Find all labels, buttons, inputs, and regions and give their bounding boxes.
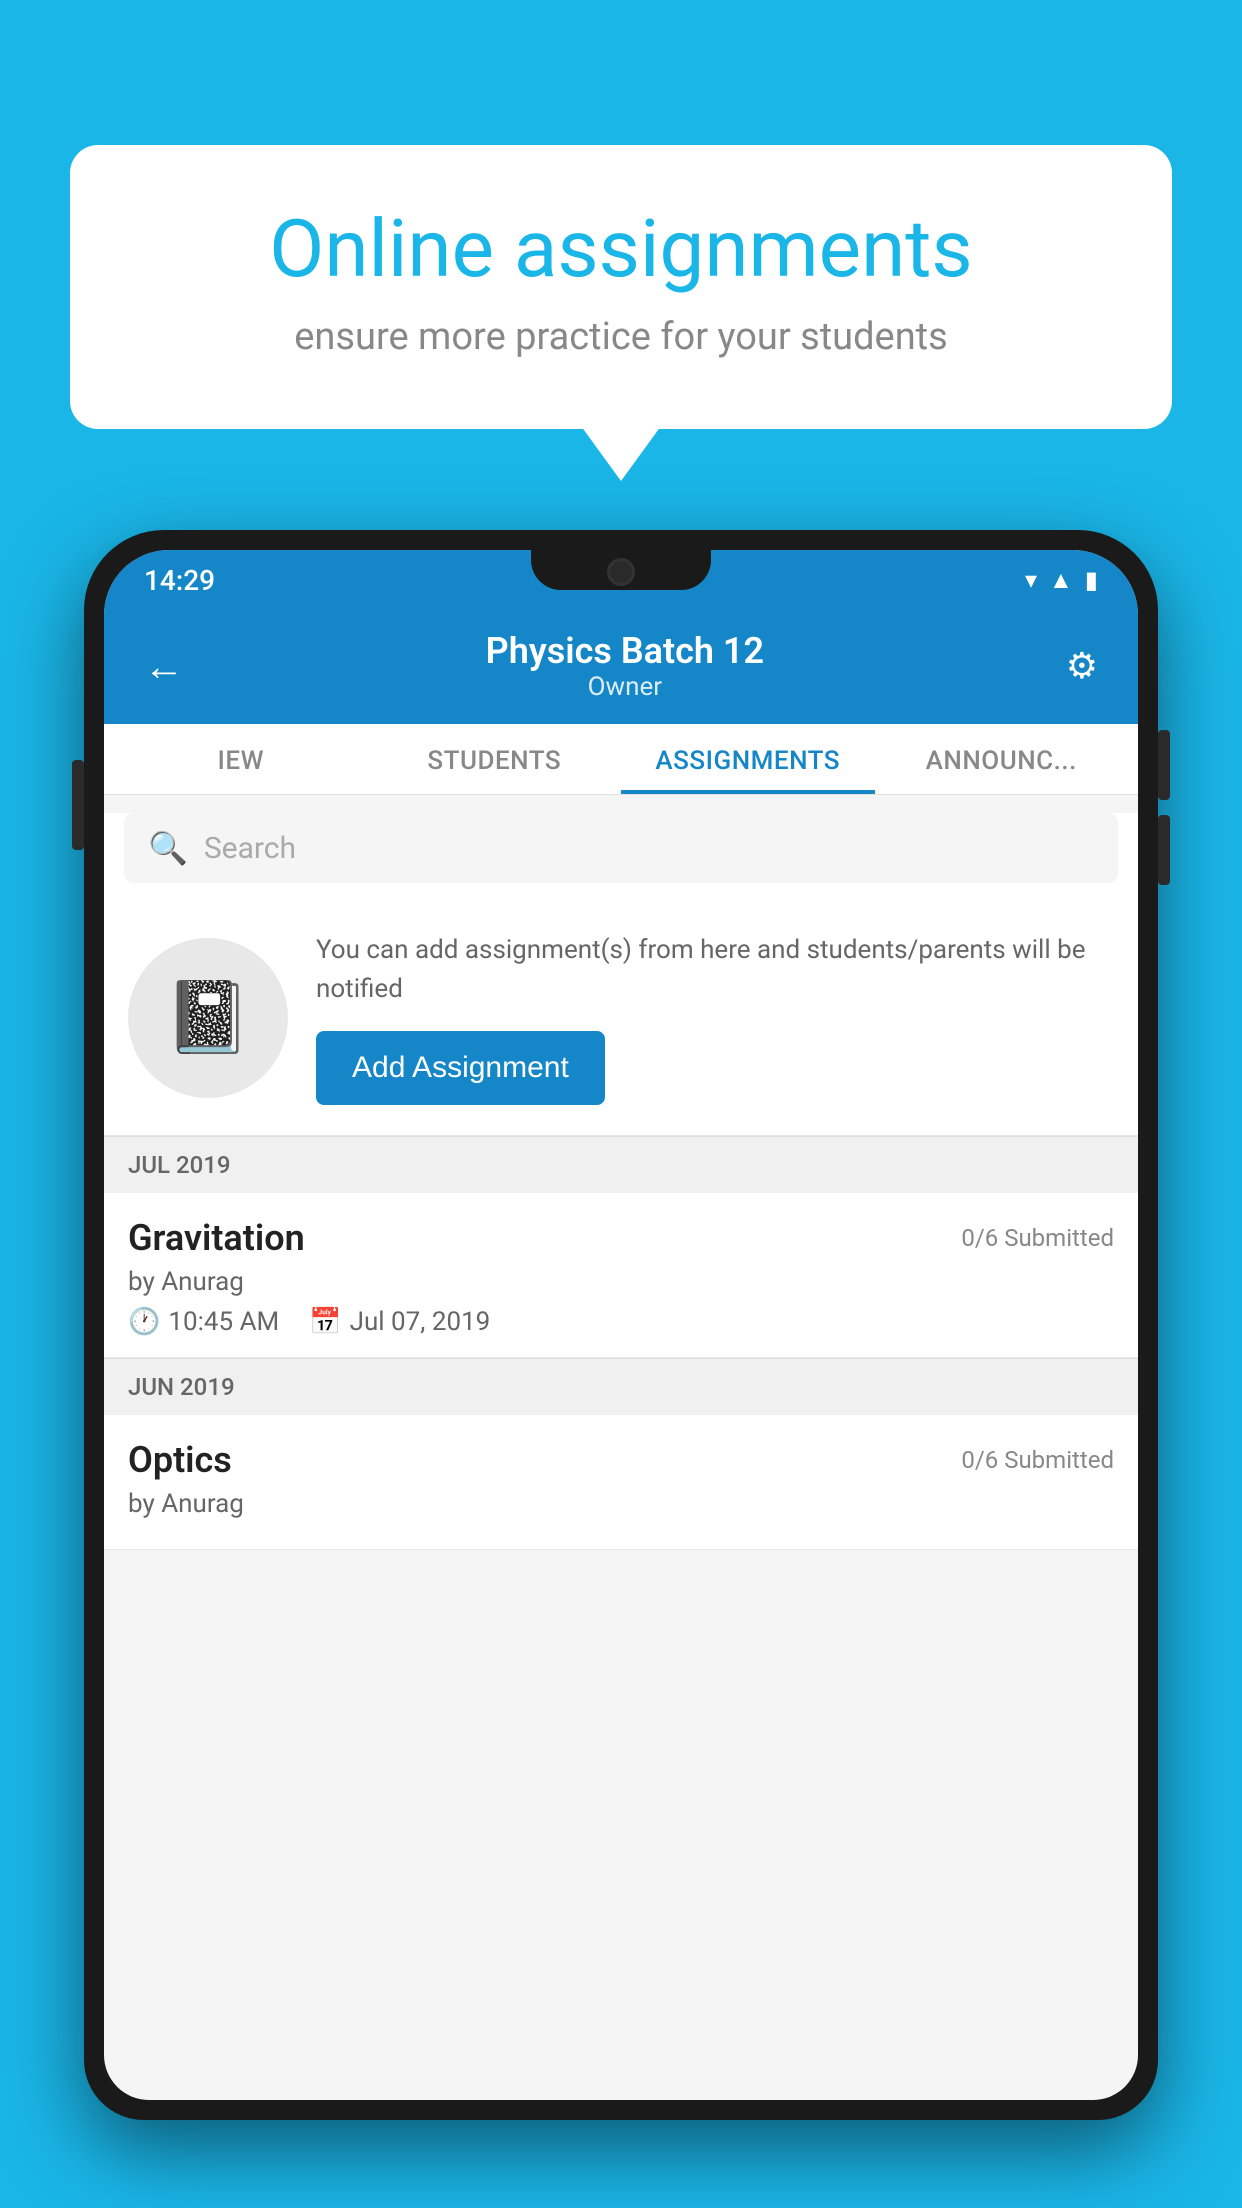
assignment-name-optics: Optics bbox=[128, 1439, 232, 1481]
bubble-title: Online assignments bbox=[140, 205, 1102, 293]
phone-outer: 14:29 ▾ ▲ ▮ ← Physics Batch 12 Owner ⚙ I… bbox=[84, 530, 1158, 2120]
assignment-submitted-optics: 0/6 Submitted bbox=[961, 1446, 1114, 1474]
section-header-jun: JUN 2019 bbox=[104, 1358, 1138, 1415]
bubble-subtitle: ensure more practice for your students bbox=[140, 315, 1102, 359]
assignment-top: Gravitation 0/6 Submitted bbox=[128, 1217, 1114, 1259]
assignment-top-optics: Optics 0/6 Submitted bbox=[128, 1439, 1114, 1481]
meta-time-gravitation: 🕐 10:45 AM bbox=[128, 1307, 279, 1337]
settings-button[interactable]: ⚙ bbox=[1066, 645, 1098, 687]
header-subtitle: Owner bbox=[486, 672, 764, 702]
assignment-by-optics: by Anurag bbox=[128, 1489, 1114, 1519]
search-icon: 🔍 bbox=[148, 829, 188, 867]
volume-up-button bbox=[1158, 730, 1170, 800]
signal-icon: ▲ bbox=[1049, 566, 1073, 595]
speech-bubble-area: Online assignments ensure more practice … bbox=[70, 145, 1172, 429]
notebook-icon: 📓 bbox=[164, 977, 251, 1059]
promo-block: 📓 You can add assignment(s) from here an… bbox=[104, 901, 1138, 1136]
assignment-meta-gravitation: 🕐 10:45 AM 📅 Jul 07, 2019 bbox=[128, 1307, 1114, 1337]
tab-assignments[interactable]: ASSIGNMENTS bbox=[621, 724, 875, 794]
content-area: 🔍 Search 📓 You can add assignment(s) fro… bbox=[104, 813, 1138, 1550]
battery-icon: ▮ bbox=[1085, 566, 1098, 594]
meta-date-gravitation: 📅 Jul 07, 2019 bbox=[309, 1307, 490, 1337]
search-bar[interactable]: 🔍 Search bbox=[124, 813, 1118, 883]
assignment-time: 10:45 AM bbox=[168, 1307, 279, 1337]
phone-camera bbox=[607, 558, 635, 586]
assignment-name-gravitation: Gravitation bbox=[128, 1217, 305, 1259]
section-header-jul: JUL 2019 bbox=[104, 1136, 1138, 1193]
promo-description: You can add assignment(s) from here and … bbox=[316, 931, 1114, 1009]
calendar-icon: 📅 bbox=[309, 1307, 341, 1337]
promo-text-area: You can add assignment(s) from here and … bbox=[316, 931, 1114, 1105]
clock-icon: 🕐 bbox=[128, 1307, 160, 1337]
app-header: ← Physics Batch 12 Owner ⚙ bbox=[104, 610, 1138, 724]
tab-students[interactable]: STUDENTS bbox=[368, 724, 622, 794]
tab-announcements[interactable]: ANNOUNC... bbox=[875, 724, 1129, 794]
phone-screen: 14:29 ▾ ▲ ▮ ← Physics Batch 12 Owner ⚙ I… bbox=[104, 550, 1138, 2100]
assignment-submitted-gravitation: 0/6 Submitted bbox=[961, 1224, 1114, 1252]
header-center: Physics Batch 12 Owner bbox=[486, 630, 764, 702]
wifi-icon: ▾ bbox=[1025, 566, 1037, 594]
phone-notch bbox=[531, 550, 711, 590]
status-time: 14:29 bbox=[144, 564, 215, 597]
header-title: Physics Batch 12 bbox=[486, 630, 764, 672]
power-button bbox=[72, 760, 84, 850]
add-assignment-button[interactable]: Add Assignment bbox=[316, 1031, 605, 1105]
speech-bubble: Online assignments ensure more practice … bbox=[70, 145, 1172, 429]
back-button[interactable]: ← bbox=[144, 643, 184, 690]
tab-iew[interactable]: IEW bbox=[114, 724, 368, 794]
phone-mockup: 14:29 ▾ ▲ ▮ ← Physics Batch 12 Owner ⚙ I… bbox=[84, 530, 1158, 2208]
assignment-date: Jul 07, 2019 bbox=[350, 1307, 491, 1337]
assignment-by-gravitation: by Anurag bbox=[128, 1267, 1114, 1297]
tabs-bar: IEW STUDENTS ASSIGNMENTS ANNOUNC... bbox=[104, 724, 1138, 795]
volume-down-button bbox=[1158, 815, 1170, 885]
assignment-item-gravitation[interactable]: Gravitation 0/6 Submitted by Anurag 🕐 10… bbox=[104, 1193, 1138, 1358]
status-icons: ▾ ▲ ▮ bbox=[1025, 566, 1098, 595]
assignment-item-optics[interactable]: Optics 0/6 Submitted by Anurag bbox=[104, 1415, 1138, 1550]
search-placeholder: Search bbox=[204, 831, 296, 866]
promo-icon-circle: 📓 bbox=[128, 938, 288, 1098]
